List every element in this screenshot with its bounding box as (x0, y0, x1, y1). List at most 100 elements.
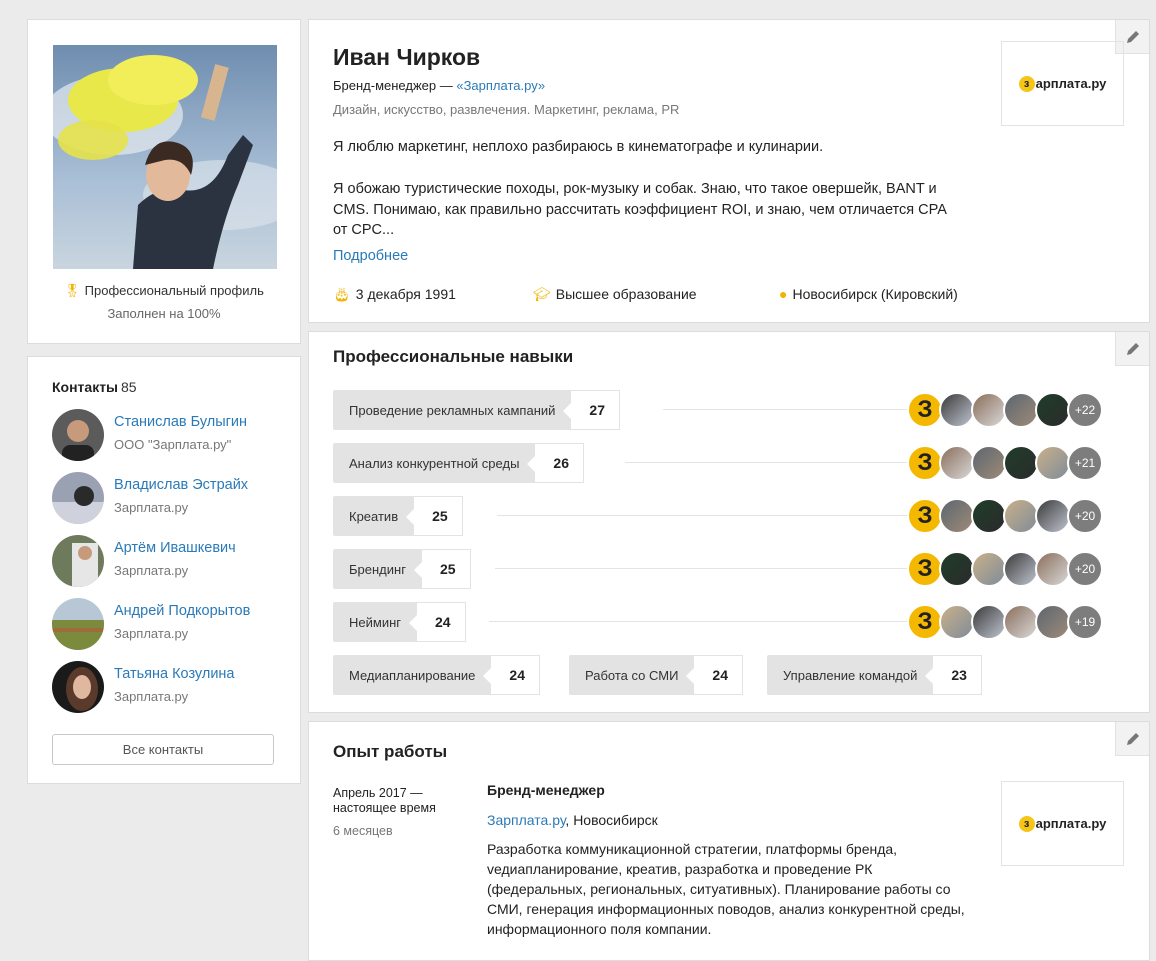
skill-row[interactable]: Нейминг 24 З +19 (333, 602, 1127, 642)
contact-item[interactable]: Татьяна Козулина Зарплата.ру (52, 661, 292, 713)
contact-item[interactable]: Станислав Булыгин ООО "Зарплата.ру" (52, 409, 292, 461)
edit-experience-button[interactable] (1115, 722, 1149, 756)
contact-item[interactable]: Владислав Эстрайх Зарплата.ру (52, 472, 292, 524)
skill-divider (495, 568, 911, 569)
more-link[interactable]: Подробнее (333, 248, 408, 264)
contact-name[interactable]: Татьяна Козулина (114, 666, 235, 682)
contacts-title: Контакты 85 (52, 379, 137, 395)
skill-endorsers[interactable]: З +22 (907, 390, 1103, 430)
skill-tag[interactable]: Анализ конкурентной среды 26 (333, 443, 584, 483)
skill-row[interactable]: Креатив 25 З +20 (333, 496, 1127, 536)
endorser-avatar[interactable] (971, 498, 1007, 534)
endorser-avatar[interactable] (939, 445, 975, 481)
endorser-avatar[interactable]: З (907, 392, 943, 428)
skill-tag[interactable]: Нейминг 24 (333, 602, 466, 642)
pencil-icon (1126, 342, 1139, 355)
logo-text: арплата.ру (1035, 816, 1107, 831)
endorser-avatar[interactable] (1003, 445, 1039, 481)
endorser-avatar[interactable] (1035, 498, 1071, 534)
profile-photo-card: 🎖︎ Профессиональный профиль Заполнен на 1… (27, 19, 301, 344)
contact-name[interactable]: Артём Ивашкевич (114, 540, 236, 556)
skill-endorsers[interactable]: З +20 (907, 496, 1103, 536)
endorser-avatar[interactable]: З (907, 551, 943, 587)
skill-row[interactable]: Проведение рекламных кампаний 27 З +22 (333, 390, 1127, 430)
profile-name: Иван Чирков (333, 44, 481, 70)
avatar[interactable] (52, 598, 104, 650)
skill-label: Нейминг (349, 614, 401, 630)
company-logo[interactable]: з арплата.ру (1001, 41, 1124, 126)
contact-name[interactable]: Андрей Подкорытов (114, 603, 250, 619)
more-endorsers-badge[interactable]: +19 (1067, 604, 1103, 640)
skill-endorsers[interactable]: З +19 (907, 602, 1103, 642)
endorser-avatar[interactable] (939, 604, 975, 640)
contact-company: Зарплата.ру (114, 626, 189, 641)
skills-card: Профессиональные навыки Проведение рекла… (308, 331, 1150, 713)
experience-company: Зарплата.ру, Новосибирск (487, 812, 658, 828)
profile-header-card: Иван Чирков Бренд-менеджер — «Зарплата.р… (308, 19, 1150, 323)
endorser-avatar[interactable] (971, 604, 1007, 640)
professional-profile-label: 🎖︎ Профессиональный профиль (64, 283, 264, 298)
skill-tag[interactable]: Брендинг 25 (333, 549, 471, 589)
endorser-avatar[interactable]: З (907, 498, 943, 534)
avatar[interactable] (52, 535, 104, 587)
endorser-avatar[interactable] (1035, 604, 1071, 640)
skill-divider (489, 621, 911, 622)
skill-tag[interactable]: Проведение рекламных кампаний 27 (333, 390, 620, 430)
endorser-avatar[interactable] (971, 445, 1007, 481)
experience-description: Разработка коммуникационной стратегии, п… (487, 841, 965, 937)
avatar[interactable] (52, 472, 104, 524)
endorser-avatar[interactable]: З (907, 445, 943, 481)
profile-photo[interactable] (53, 45, 277, 269)
more-endorsers-badge[interactable]: +21 (1067, 445, 1103, 481)
endorser-avatar[interactable] (939, 392, 975, 428)
endorser-avatar[interactable] (939, 498, 975, 534)
contact-item[interactable]: Андрей Подкорытов Зарплата.ру (52, 598, 292, 650)
endorser-avatar[interactable] (971, 392, 1007, 428)
endorser-avatar[interactable] (939, 551, 975, 587)
endorser-avatar[interactable] (1035, 392, 1071, 428)
more-endorsers-badge[interactable]: +22 (1067, 392, 1103, 428)
skill-endorsers[interactable]: З +20 (907, 549, 1103, 589)
skill-row[interactable]: Анализ конкурентной среды 26 З +21 (333, 443, 1127, 483)
edit-skills-button[interactable] (1115, 332, 1149, 366)
all-contacts-button[interactable]: Все контакты (52, 734, 274, 765)
endorser-avatar[interactable] (1003, 498, 1039, 534)
profile-industries: Дизайн, искусство, развлечения. Маркетин… (333, 102, 680, 117)
company-logo[interactable]: з арплата.ру (1001, 781, 1124, 866)
skill-count: 27 (563, 390, 620, 430)
logo-mark: з (1018, 75, 1035, 92)
skill-tag[interactable]: Креатив 25 (333, 496, 463, 536)
endorser-avatar[interactable]: З (907, 604, 943, 640)
cake-icon: 🎂︎ (333, 286, 351, 302)
endorser-avatar[interactable] (1003, 392, 1039, 428)
experience-card: Опыт работы Апрель 2017 — настоящее врем… (308, 721, 1150, 961)
contact-name[interactable]: Владислав Эстрайх (114, 477, 248, 493)
experience-company-link[interactable]: Зарплата.ру (487, 812, 565, 828)
skill-row[interactable]: Брендинг 25 З +20 (333, 549, 1127, 589)
skill-count: 25 (414, 549, 471, 589)
skill-divider (625, 462, 911, 463)
skill-count: 26 (527, 443, 584, 483)
more-endorsers-badge[interactable]: +20 (1067, 551, 1103, 587)
skills-title: Профессиональные навыки (333, 347, 574, 366)
contact-name[interactable]: Станислав Булыгин (114, 414, 247, 430)
pencil-icon (1126, 30, 1139, 43)
skill-endorsers[interactable]: З +21 (907, 443, 1103, 483)
experience-position: Бренд-менеджер (487, 782, 605, 798)
more-endorsers-badge[interactable]: +20 (1067, 498, 1103, 534)
avatar[interactable] (52, 409, 104, 461)
map-pin-icon: ● (779, 286, 788, 302)
endorser-avatar[interactable] (1035, 551, 1071, 587)
endorser-avatar[interactable] (1035, 445, 1071, 481)
skill-count: 24 (409, 602, 466, 642)
contact-company: Зарплата.ру (114, 689, 189, 704)
contact-company: ООО "Зарплата.ру" (114, 437, 232, 452)
endorser-avatar[interactable] (1003, 604, 1039, 640)
endorser-avatar[interactable] (971, 551, 1007, 587)
education-fact: 🎓︎ Высшее образование (533, 286, 697, 302)
contact-item[interactable]: Артём Ивашкевич Зарплата.ру (52, 535, 292, 587)
logo-mark: з (1018, 815, 1035, 832)
company-link[interactable]: «Зарплата.ру» (456, 78, 545, 93)
avatar[interactable] (52, 661, 104, 713)
endorser-avatar[interactable] (1003, 551, 1039, 587)
